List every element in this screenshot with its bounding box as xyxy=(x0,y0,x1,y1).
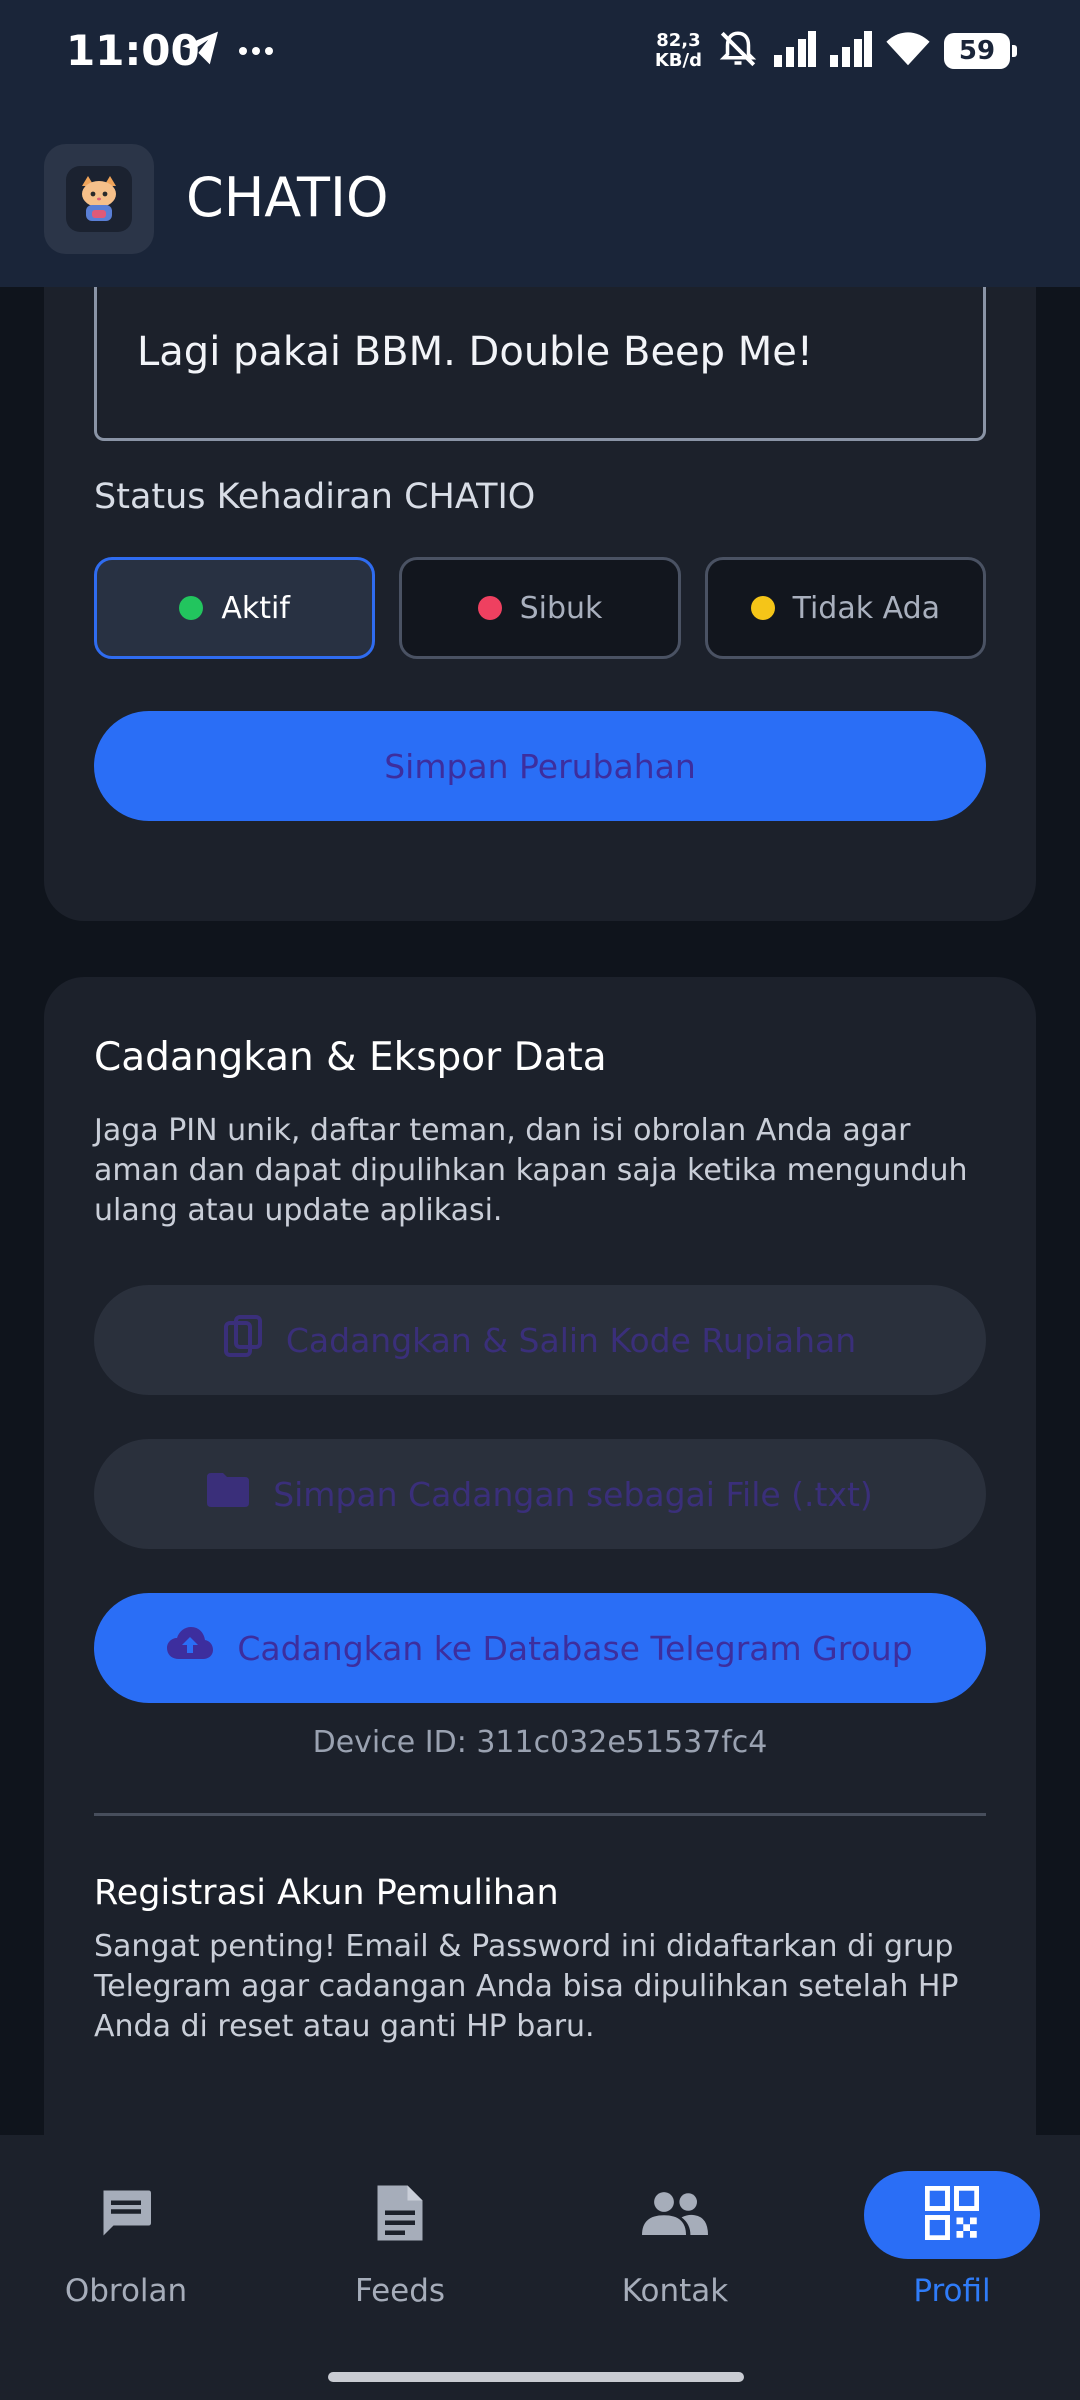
battery-level: 59 xyxy=(958,36,996,66)
red-dot-icon xyxy=(477,596,502,620)
signal-icon xyxy=(830,31,872,71)
nav-item-feeds[interactable]: Feeds xyxy=(290,2171,510,2309)
screen: 11:00 82,3 KB/d 59 CHATIO Lagi pakai BBM… xyxy=(0,0,1080,2400)
document-icon xyxy=(372,2183,428,2247)
presence-option-aktif[interactable]: Aktif xyxy=(94,557,376,659)
presence-options: Aktif Sibuk Tidak Ada xyxy=(94,557,986,659)
network-speed-unit: KB/d xyxy=(654,50,702,71)
save-file-label: Simpan Cadangan sebagai File (.txt) xyxy=(273,1474,873,1514)
telegram-icon xyxy=(180,30,220,70)
nav-item-kontak[interactable]: Kontak xyxy=(565,2171,785,2309)
nav-label: Kontak xyxy=(621,2273,729,2309)
cloud-upload-icon xyxy=(167,1627,214,1669)
save-changes-label: Simpan Perubahan xyxy=(384,746,696,786)
telegram-backup-label: Cadangkan ke Database Telegram Group xyxy=(237,1628,913,1668)
copy-backup-label: Cadangkan & Salin Kode Rupiahan xyxy=(285,1320,857,1360)
home-indicator[interactable] xyxy=(328,2372,744,2382)
profile-status-card: Lagi pakai BBM. Double Beep Me! Status K… xyxy=(44,287,1036,921)
status-right-icons: 82,3 KB/d 59 xyxy=(655,28,1017,74)
presence-option-tidak-ada[interactable]: Tidak Ada xyxy=(704,557,986,659)
nav-item-profil[interactable]: Profil xyxy=(842,2171,1062,2309)
copy-backup-button[interactable]: Cadangkan & Salin Kode Rupiahan xyxy=(94,1285,986,1395)
yellow-dot-icon xyxy=(750,596,775,620)
more-dots-icon xyxy=(238,41,274,60)
top-bar: 11:00 82,3 KB/d 59 CHATIO xyxy=(0,0,1080,287)
cat-avatar-icon xyxy=(66,166,132,232)
people-icon xyxy=(642,2191,708,2239)
nav-label: Profil xyxy=(913,2273,991,2309)
registration-title: Registrasi Akun Pemulihan xyxy=(94,1873,559,1913)
presence-option-sibuk[interactable]: Sibuk xyxy=(399,557,681,659)
status-left-icons xyxy=(180,30,274,70)
battery-icon: 59 xyxy=(944,33,1017,69)
bottom-navigation: Obrolan Feeds Kontak Profil xyxy=(0,2135,1080,2400)
app-title: CHATIO xyxy=(186,166,389,229)
copy-icon xyxy=(223,1315,262,1365)
network-speed: 82,3 KB/d xyxy=(655,31,702,71)
network-speed-value: 82,3 xyxy=(656,30,701,51)
status-message-field[interactable]: Lagi pakai BBM. Double Beep Me! xyxy=(94,287,986,441)
backup-description: Jaga PIN unik, daftar teman, dan isi obr… xyxy=(94,1113,968,1228)
app-logo[interactable] xyxy=(44,144,154,254)
folder-icon xyxy=(207,1473,250,1515)
nav-label: Obrolan xyxy=(64,2273,188,2309)
chat-icon xyxy=(96,2183,156,2247)
presence-option-label: Aktif xyxy=(221,590,290,626)
wifi-icon xyxy=(886,31,930,71)
save-changes-button[interactable]: Simpan Perubahan xyxy=(94,711,986,821)
presence-section-label: Status Kehadiran CHATIO xyxy=(94,477,536,517)
device-id: Device ID: 311c032e51537fc4 xyxy=(312,1725,768,1760)
telegram-backup-button[interactable]: Cadangkan ke Database Telegram Group xyxy=(94,1593,986,1703)
backup-title: Cadangkan & Ekspor Data xyxy=(94,1035,607,1080)
signal-icon xyxy=(774,31,816,71)
profile-content[interactable]: Lagi pakai BBM. Double Beep Me! Status K… xyxy=(0,287,1080,2135)
save-file-button[interactable]: Simpan Cadangan sebagai File (.txt) xyxy=(94,1439,986,1549)
presence-option-label: Sibuk xyxy=(519,590,603,626)
mute-icon xyxy=(716,28,760,74)
registration-description: Sangat penting! Email & Password ini did… xyxy=(94,1929,959,2044)
backup-card: Cadangkan & Ekspor Data Jaga PIN unik, d… xyxy=(44,977,1036,2135)
green-dot-icon xyxy=(179,596,204,620)
status-bar: 11:00 82,3 KB/d 59 xyxy=(0,0,1080,110)
presence-option-label: Tidak Ada xyxy=(792,590,941,626)
nav-item-obrolan[interactable]: Obrolan xyxy=(16,2171,236,2309)
nav-label: Feeds xyxy=(354,2273,446,2309)
qr-code-icon xyxy=(924,2185,980,2244)
divider xyxy=(94,1813,986,1816)
app-bar: CHATIO xyxy=(0,140,1080,260)
